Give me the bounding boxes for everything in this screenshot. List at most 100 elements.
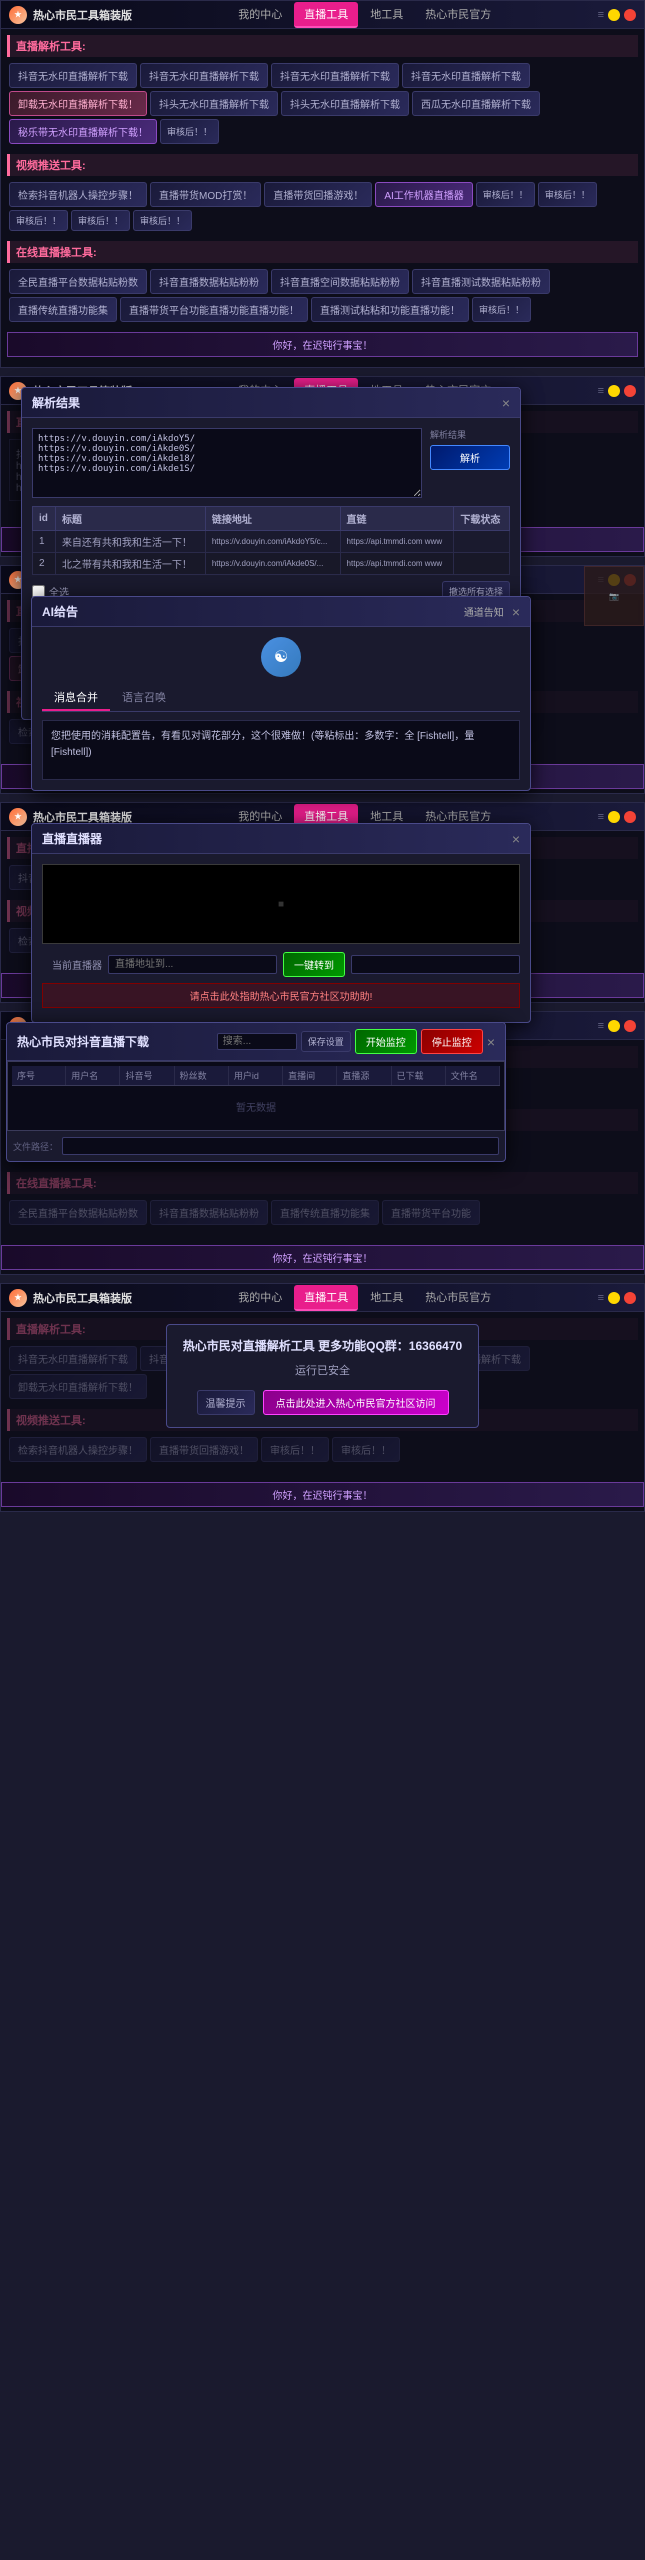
- dm-col-room: 直播间: [283, 1066, 337, 1085]
- stream-warning: 请点击此处指助热心市民官方社区功助助!: [42, 983, 520, 1008]
- title-bar-controls: ≡: [598, 9, 636, 21]
- btn-quanmin-fans[interactable]: 全民直播平台数据粘贴粉数: [9, 269, 147, 294]
- td-id-1: 1: [33, 531, 56, 553]
- stream-controls: 当前直播器 一键转到: [42, 952, 520, 977]
- nav-other-tools[interactable]: 地工具: [360, 2, 413, 28]
- dm-col-username: 用户名: [66, 1066, 120, 1085]
- nav-live-tools-6[interactable]: 直播工具: [294, 1285, 358, 1311]
- tab-merge[interactable]: 消息合并: [42, 685, 110, 711]
- dm-no-data: 暂无数据: [236, 1099, 276, 1114]
- btn-live-reward[interactable]: 直播带货MOD打赏！: [150, 182, 261, 207]
- minimize-button[interactable]: [608, 9, 620, 21]
- nav-community[interactable]: 热心市民官方: [415, 2, 501, 28]
- btn-dy-download-1[interactable]: 抖音无水印直播解析下载: [9, 63, 137, 88]
- nav-community-6[interactable]: 热心市民官方: [415, 1285, 501, 1311]
- btn-review-6[interactable]: 审核后！！: [133, 210, 192, 231]
- btn-live-cargo[interactable]: 直播带货平台功能直播功能直播功能！: [120, 297, 308, 322]
- download-search-input[interactable]: [217, 1033, 297, 1050]
- stream-url-input[interactable]: [108, 955, 277, 974]
- alert-buttons: 温馨提示 点击此处进入热心市民官方社区访问: [183, 1390, 462, 1415]
- close-button[interactable]: [624, 9, 636, 21]
- btn-parse[interactable]: 解析: [430, 445, 510, 470]
- download-dialog: 热心市民对抖音直播下载 保存设置 开始监控 停止监控 × 序号 用户名: [6, 1022, 506, 1162]
- btn-review-2[interactable]: 审核后！！: [476, 182, 535, 207]
- close-button-6[interactable]: [624, 1292, 636, 1304]
- ai-icon-area: ☯: [42, 637, 520, 677]
- btn-dt-download-1[interactable]: 抖头无水印直播解析下载: [150, 91, 278, 116]
- menu-icon-4[interactable]: ≡: [598, 811, 604, 823]
- btn-one-click[interactable]: 一键转到: [283, 952, 345, 977]
- btn-xg-download[interactable]: 西瓜无水印直播解析下载: [412, 91, 540, 116]
- main-content-3: 直播解析工具: 抖音无水印直播解析下载 抖音无水印直播解析下载 抖音无水印直播解…: [1, 594, 644, 760]
- main-content-2: 直播解析工具: 抖音无水印直播解析下载https://v.douyin.com/…: [1, 405, 644, 523]
- btn-ai-live[interactable]: AI工作机器直播器: [375, 182, 472, 207]
- dm-path-input[interactable]: [62, 1137, 499, 1155]
- parse-controls: 解析结果 解析: [430, 428, 510, 498]
- btn-alert-warmtip[interactable]: 温馨提示: [197, 1390, 255, 1415]
- nav-my-center-6[interactable]: 我的中心: [228, 1285, 292, 1311]
- btn-dy-download-2[interactable]: 抖音无水印直播解析下载: [140, 63, 268, 88]
- parse-table-head: id 标题 链接地址 直链 下载状态: [33, 507, 510, 531]
- minimize-button-4[interactable]: [608, 811, 620, 823]
- parse-dialog-close[interactable]: ×: [502, 395, 510, 411]
- ai-dialog: AI给告 通道告知 × ☯ 消息合并 语言召唤 您把使用的消耗配置: [31, 596, 531, 791]
- btn-start-monitor[interactable]: 开始监控: [355, 1029, 417, 1054]
- stream-dialog-close[interactable]: ×: [512, 831, 520, 847]
- btn-live-replay[interactable]: 直播带货回播游戏！: [264, 182, 372, 207]
- btn-review-5[interactable]: 审核后！！: [71, 210, 130, 231]
- btn-dy-space[interactable]: 抖音直播空间数据粘贴粉粉: [271, 269, 409, 294]
- tab-language[interactable]: 语言召唤: [110, 685, 178, 711]
- alert-title: 热心市民对直播解析工具 更多功能QQ群：16366470: [183, 1337, 462, 1354]
- modal-alert: 热心市民对直播解析工具 更多功能QQ群：16366470 运行已安全 温馨提示 …: [51, 1324, 594, 1428]
- btn-review-3[interactable]: 审核后！！: [538, 182, 597, 207]
- section-title-ops: 在线直播操工具:: [7, 241, 638, 263]
- dm-col-fans: 粉丝数: [175, 1066, 229, 1085]
- parse-hint: 解析结果: [430, 428, 510, 441]
- ai-dialog-body: ☯ 消息合并 语言召唤 您把使用的消耗配置告，有看见对调花部分，这个很难做！(等…: [32, 627, 530, 790]
- btn-review-1[interactable]: 审核后！！: [160, 119, 219, 144]
- btn-dy-fans[interactable]: 抖音直播数据粘贴粉粉: [150, 269, 268, 294]
- th-direct: 直链: [340, 507, 454, 531]
- td-id-2: 2: [33, 553, 56, 575]
- main-content-6: 直播解析工具: 抖音无水印直播解析下载 抖音无水印直播解析下载 抖音无水印直播解…: [1, 1312, 644, 1478]
- menu-icon-6[interactable]: ≡: [598, 1292, 604, 1304]
- notification-bar-5: 你好，在迟钝行事宝！: [1, 1245, 644, 1270]
- th-link: 链接地址: [205, 507, 340, 531]
- close-button-2[interactable]: [624, 385, 636, 397]
- ai-dialog-title: AI给告: [42, 603, 78, 620]
- btn-stop-monitor[interactable]: 停止监控: [421, 1029, 483, 1054]
- btn-grid-live: 抖音无水印直播解析下载 抖音无水印直播解析下载 抖音无水印直播解析下载 抖音无水…: [7, 61, 638, 146]
- nav-live-tools[interactable]: 直播工具: [294, 2, 358, 28]
- ai-dialog-close[interactable]: ×: [512, 604, 520, 620]
- btn-uninstall[interactable]: 卸载无水印直播解析下载！: [9, 91, 147, 116]
- btn-dy-download-3[interactable]: 抖音无水印直播解析下载: [271, 63, 399, 88]
- btn-review-7[interactable]: 审核后！！: [472, 297, 531, 322]
- btn-review-4[interactable]: 审核后！！: [9, 210, 68, 231]
- btn-live-trad[interactable]: 直播传统直播功能集: [9, 297, 117, 322]
- stream-alt-input[interactable]: [351, 955, 520, 974]
- btn-download-config[interactable]: 保存设置: [301, 1031, 351, 1052]
- app-logo-4: ★: [9, 808, 27, 826]
- btn-dt-download-2[interactable]: 抖头无水印直播解析下载: [281, 91, 409, 116]
- nav-my-center[interactable]: 我的中心: [228, 2, 292, 28]
- download-dialog-close[interactable]: ×: [487, 1034, 495, 1050]
- btn-alert-community[interactable]: 点击此处进入热心市民官方社区访问: [263, 1390, 449, 1415]
- main-content-5: 直播解析工具: 抖音无水印直播解析下载 抖音无水印直播解析下载 抖音无水印直播解…: [1, 1040, 644, 1241]
- btn-mile-download[interactable]: 秘乐带无水印直播解析下载！: [9, 119, 157, 144]
- title-bar-controls-4: ≡: [598, 811, 636, 823]
- app-window-2: ★ 热心市民工具箱装版 我的中心 直播工具 地工具 热心市民官方 ≡ 直播解析工…: [0, 376, 645, 557]
- minimize-button-6[interactable]: [608, 1292, 620, 1304]
- btn-dy-download-4[interactable]: 抖音无水印直播解析下载: [402, 63, 530, 88]
- stream-dialog-title: 直播直播器: [42, 830, 102, 847]
- menu-icon[interactable]: ≡: [598, 9, 604, 21]
- close-button-4[interactable]: [624, 811, 636, 823]
- app-title: 热心市民工具箱装版: [33, 7, 132, 23]
- parse-input-textarea[interactable]: https://v.douyin.com/iAkdoY5/ https://v.…: [32, 428, 422, 498]
- btn-dy-test[interactable]: 抖音直播测试数据粘贴粉粉: [412, 269, 550, 294]
- btn-robot-steps[interactable]: 检索抖音机器人操控步骤！: [9, 182, 147, 207]
- title-bar-left: ★ 热心市民工具箱装版: [9, 6, 132, 24]
- td-link-1: https://v.douyin.com/iAkdoY5/c...: [205, 531, 340, 553]
- btn-live-test[interactable]: 直播测试粘粘和功能直播功能！: [311, 297, 469, 322]
- nav-other-tools-6[interactable]: 地工具: [360, 1285, 413, 1311]
- th-id: id: [33, 507, 56, 531]
